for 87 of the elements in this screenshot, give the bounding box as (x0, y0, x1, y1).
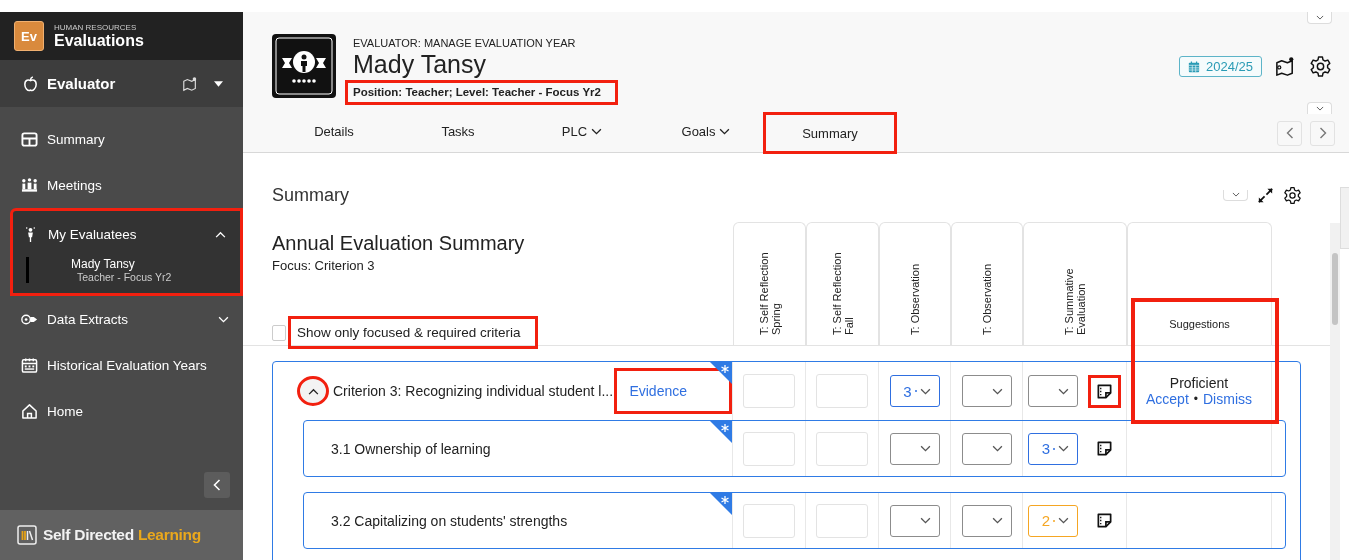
map-icon[interactable] (182, 75, 198, 92)
settings-icon[interactable] (1309, 55, 1332, 78)
nav-item[interactable]: Historical Evaluation Years (0, 342, 243, 388)
note-button[interactable] (1088, 374, 1121, 408)
chevron-down-icon (991, 445, 1003, 452)
separator-dot: • (1193, 392, 1198, 406)
score-select[interactable] (961, 504, 1012, 537)
chevron-up-icon (215, 230, 226, 238)
chevron-down-icon (919, 445, 931, 452)
page-eyebrow: EVALUATOR: MANAGE EVALUATION YEAR (353, 37, 577, 49)
focus-text: Focus: Criterion 3 (272, 258, 376, 273)
score-select[interactable]: 3 (1028, 432, 1078, 465)
app-category: HUMAN RESOURCES (54, 23, 138, 32)
caret-icon[interactable] (214, 80, 223, 87)
chevron-down-icon (1058, 445, 1069, 452)
score-input[interactable] (816, 374, 868, 408)
chevron-down-icon (991, 387, 1003, 395)
tab[interactable]: Details (272, 112, 396, 150)
nav-item[interactable]: My Evaluatees (13, 211, 240, 257)
expand-icon[interactable] (1256, 185, 1275, 205)
chevron-down-icon (1231, 192, 1240, 197)
sub-criterion-title: 3.1 Ownership of learning (331, 440, 491, 457)
app-logo: Ev (14, 21, 44, 51)
score-select[interactable] (961, 375, 1012, 407)
score-input[interactable] (743, 431, 795, 466)
note-icon (1096, 382, 1113, 400)
suggested-rating: Proficient (1169, 375, 1229, 391)
checkbox[interactable] (272, 324, 286, 341)
note-icon (1096, 512, 1113, 529)
accept-link[interactable]: Accept (1146, 391, 1189, 407)
calendar-icon (1188, 60, 1200, 73)
sub-criterion-title: 3.2 Capitalizing on students' strengths (331, 512, 568, 529)
evaluation-title: Annual Evaluation Summary (272, 232, 526, 255)
evaluatee-item[interactable]: Mady Tansy Teacher - Focus Yr2 (13, 257, 240, 283)
brand-name: Self Directed Learning (43, 526, 201, 544)
chevron-down-icon (1315, 106, 1324, 111)
score-select[interactable] (889, 432, 940, 465)
score-select[interactable] (889, 504, 940, 537)
home-icon (21, 402, 38, 420)
score-input[interactable] (816, 431, 868, 466)
collapse-button[interactable] (297, 376, 329, 406)
dismiss-link[interactable]: Dismiss (1203, 391, 1252, 407)
score-input[interactable] (816, 503, 868, 538)
chevron-right-icon (1318, 127, 1327, 139)
chevron-down-icon (1058, 517, 1069, 524)
score-select[interactable]: 3 (889, 375, 940, 407)
collapse-sidebar-button[interactable] (204, 472, 230, 498)
badge-icon (272, 34, 336, 98)
criterion-title: Criterion 3: Recognizing individual student l... (333, 383, 614, 399)
score-select[interactable] (1028, 375, 1078, 407)
tab[interactable]: Tasks (396, 112, 520, 150)
score-select[interactable] (961, 432, 1012, 465)
books-icon (17, 525, 37, 545)
tab[interactable]: Summary (763, 112, 897, 154)
chevron-left-icon (213, 479, 221, 491)
chevron-down-icon (719, 127, 731, 135)
chevron-down-icon (1315, 15, 1324, 20)
score-input[interactable] (743, 503, 795, 538)
chevron-down-icon (919, 517, 931, 524)
chevron-down-icon (591, 127, 603, 135)
section-title: Summary (272, 184, 349, 206)
score-input[interactable] (743, 374, 795, 408)
chevron-up-icon (307, 387, 319, 395)
next-button[interactable] (1310, 120, 1335, 146)
person-name: Mady Tansy (353, 49, 487, 80)
settings-icon[interactable] (1283, 185, 1302, 205)
chevron-down-icon (218, 315, 229, 323)
checkbox-label[interactable]: Show only focused & required criteria (288, 316, 538, 349)
grid-icon (21, 130, 38, 148)
calendar-icon (21, 356, 38, 374)
nav-item[interactable]: Meetings (0, 162, 243, 208)
scrollbar[interactable] (1330, 223, 1340, 560)
apple-icon (22, 75, 39, 92)
nav-item[interactable]: Summary (0, 116, 243, 162)
note-icon (1096, 440, 1113, 457)
nav-item[interactable]: Home (0, 388, 243, 434)
role-label: Evaluator (47, 75, 117, 92)
previous-button[interactable] (1277, 120, 1302, 146)
chevron-down-icon (1058, 387, 1069, 395)
people-icon (21, 176, 38, 194)
tab[interactable]: PLC (520, 112, 644, 150)
nav-item[interactable]: Data Extracts (0, 296, 243, 342)
app-title: Evaluations (54, 32, 144, 49)
chevron-left-icon (1285, 127, 1294, 139)
chevron-down-icon (991, 517, 1003, 524)
chevron-down-icon (919, 387, 931, 395)
position-text: Position: Teacher; Level: Teacher - Focus Yr2 (345, 80, 618, 105)
